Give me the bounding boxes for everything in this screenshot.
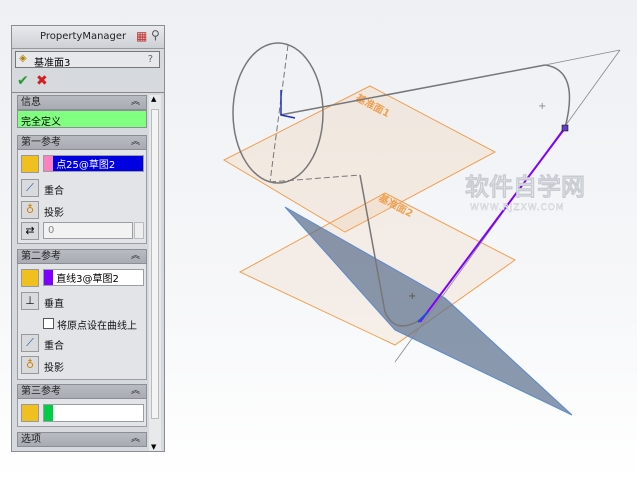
section-first-reference[interactable]: 第一参考 ︽ [17,135,147,150]
plane-icon: ◈ [19,53,27,64]
third-reference-body [17,399,147,427]
feature-name: 基准面3 [34,58,71,69]
project-label: 投影 [44,208,64,219]
entity-icon [21,269,39,287]
section-info[interactable]: 信息 ︽ [17,95,147,110]
feature-header: ◈ 基准面3 ? [15,51,160,69]
pin-icon[interactable]: ▦ [136,29,147,43]
entity-icon [21,155,39,173]
collapse-icon[interactable]: ︽ [131,136,140,149]
section-title: 第一参考 [21,137,61,148]
distance-input[interactable]: 0 [43,222,133,239]
watermark: 软件自学网 [465,173,585,201]
property-manager: PropertyManager ▦ ⚲ ◈ 基准面3 ? ✔ ✖ ▲ ▼ 信息 ︽… [11,25,165,452]
section-title: 选项 [21,434,41,445]
section-title: 第二参考 [21,251,61,262]
coincident-label: 重合 [44,341,64,352]
collapse-icon[interactable]: ︽ [131,385,140,398]
entity-icon [21,404,39,422]
perpendicular-icon[interactable]: ⊥ [21,292,39,310]
first-reference-selection[interactable]: 点25@草图2 [43,155,144,172]
perpendicular-label: 垂直 [44,299,64,310]
selection-text: 直线3@草图2 [56,274,119,285]
coincident-icon[interactable]: ⟋ [21,334,39,352]
section-second-reference[interactable]: 第二参考 ︽ [17,249,147,264]
watermark-url: WWW.RJZXW.COM [470,203,565,213]
scrollbar[interactable]: ▲ ▼ [149,95,161,451]
project-label: 投影 [44,363,64,374]
section-third-reference[interactable]: 第三参考 ︽ [17,384,147,399]
collapse-icon[interactable]: ︽ [131,250,140,263]
selection-text: 点25@草图2 [56,160,116,171]
status-fully-defined: 完全定义 [17,110,147,128]
collapse-icon[interactable]: ︽ [131,96,140,109]
magnifier-icon[interactable]: ⚲ [151,28,160,42]
svg-text:+: + [408,291,416,302]
project-icon[interactable]: ♁ [21,201,39,219]
collapse-icon[interactable]: ︽ [131,433,140,446]
origin-on-curve-checkbox[interactable] [43,318,54,329]
coincident-icon[interactable]: ⟋ [21,179,39,197]
project-icon[interactable]: ♁ [21,356,39,374]
second-reference-body: 直线3@草图2 ⊥ 垂直 将原点设在曲线上 ⟋ 重合 ♁ 投影 [17,264,147,380]
second-reference-selection[interactable]: 直线3@草图2 [43,269,144,286]
origin-on-curve-label: 将原点设在曲线上 [57,321,137,332]
help-button[interactable]: ? [148,54,153,65]
panel-titlebar: PropertyManager ▦ ⚲ [12,26,164,49]
first-reference-body: 点25@草图2 ⟋ 重合 ♁ 投影 ⇄ 0 [17,150,147,244]
panel-title: PropertyManager [40,31,127,42]
section-options[interactable]: 选项 ︽ [17,432,147,447]
cancel-button[interactable]: ✖ [36,73,48,89]
section-title: 第三参考 [21,386,61,397]
section-title: 信息 [21,97,41,108]
ok-button[interactable]: ✔ [17,73,29,89]
coincident-label: 重合 [44,186,64,197]
svg-text:+: + [538,101,546,112]
distance-spinner[interactable] [134,222,144,239]
distance-icon: ⇄ [21,222,39,240]
third-reference-selection[interactable] [43,404,144,422]
